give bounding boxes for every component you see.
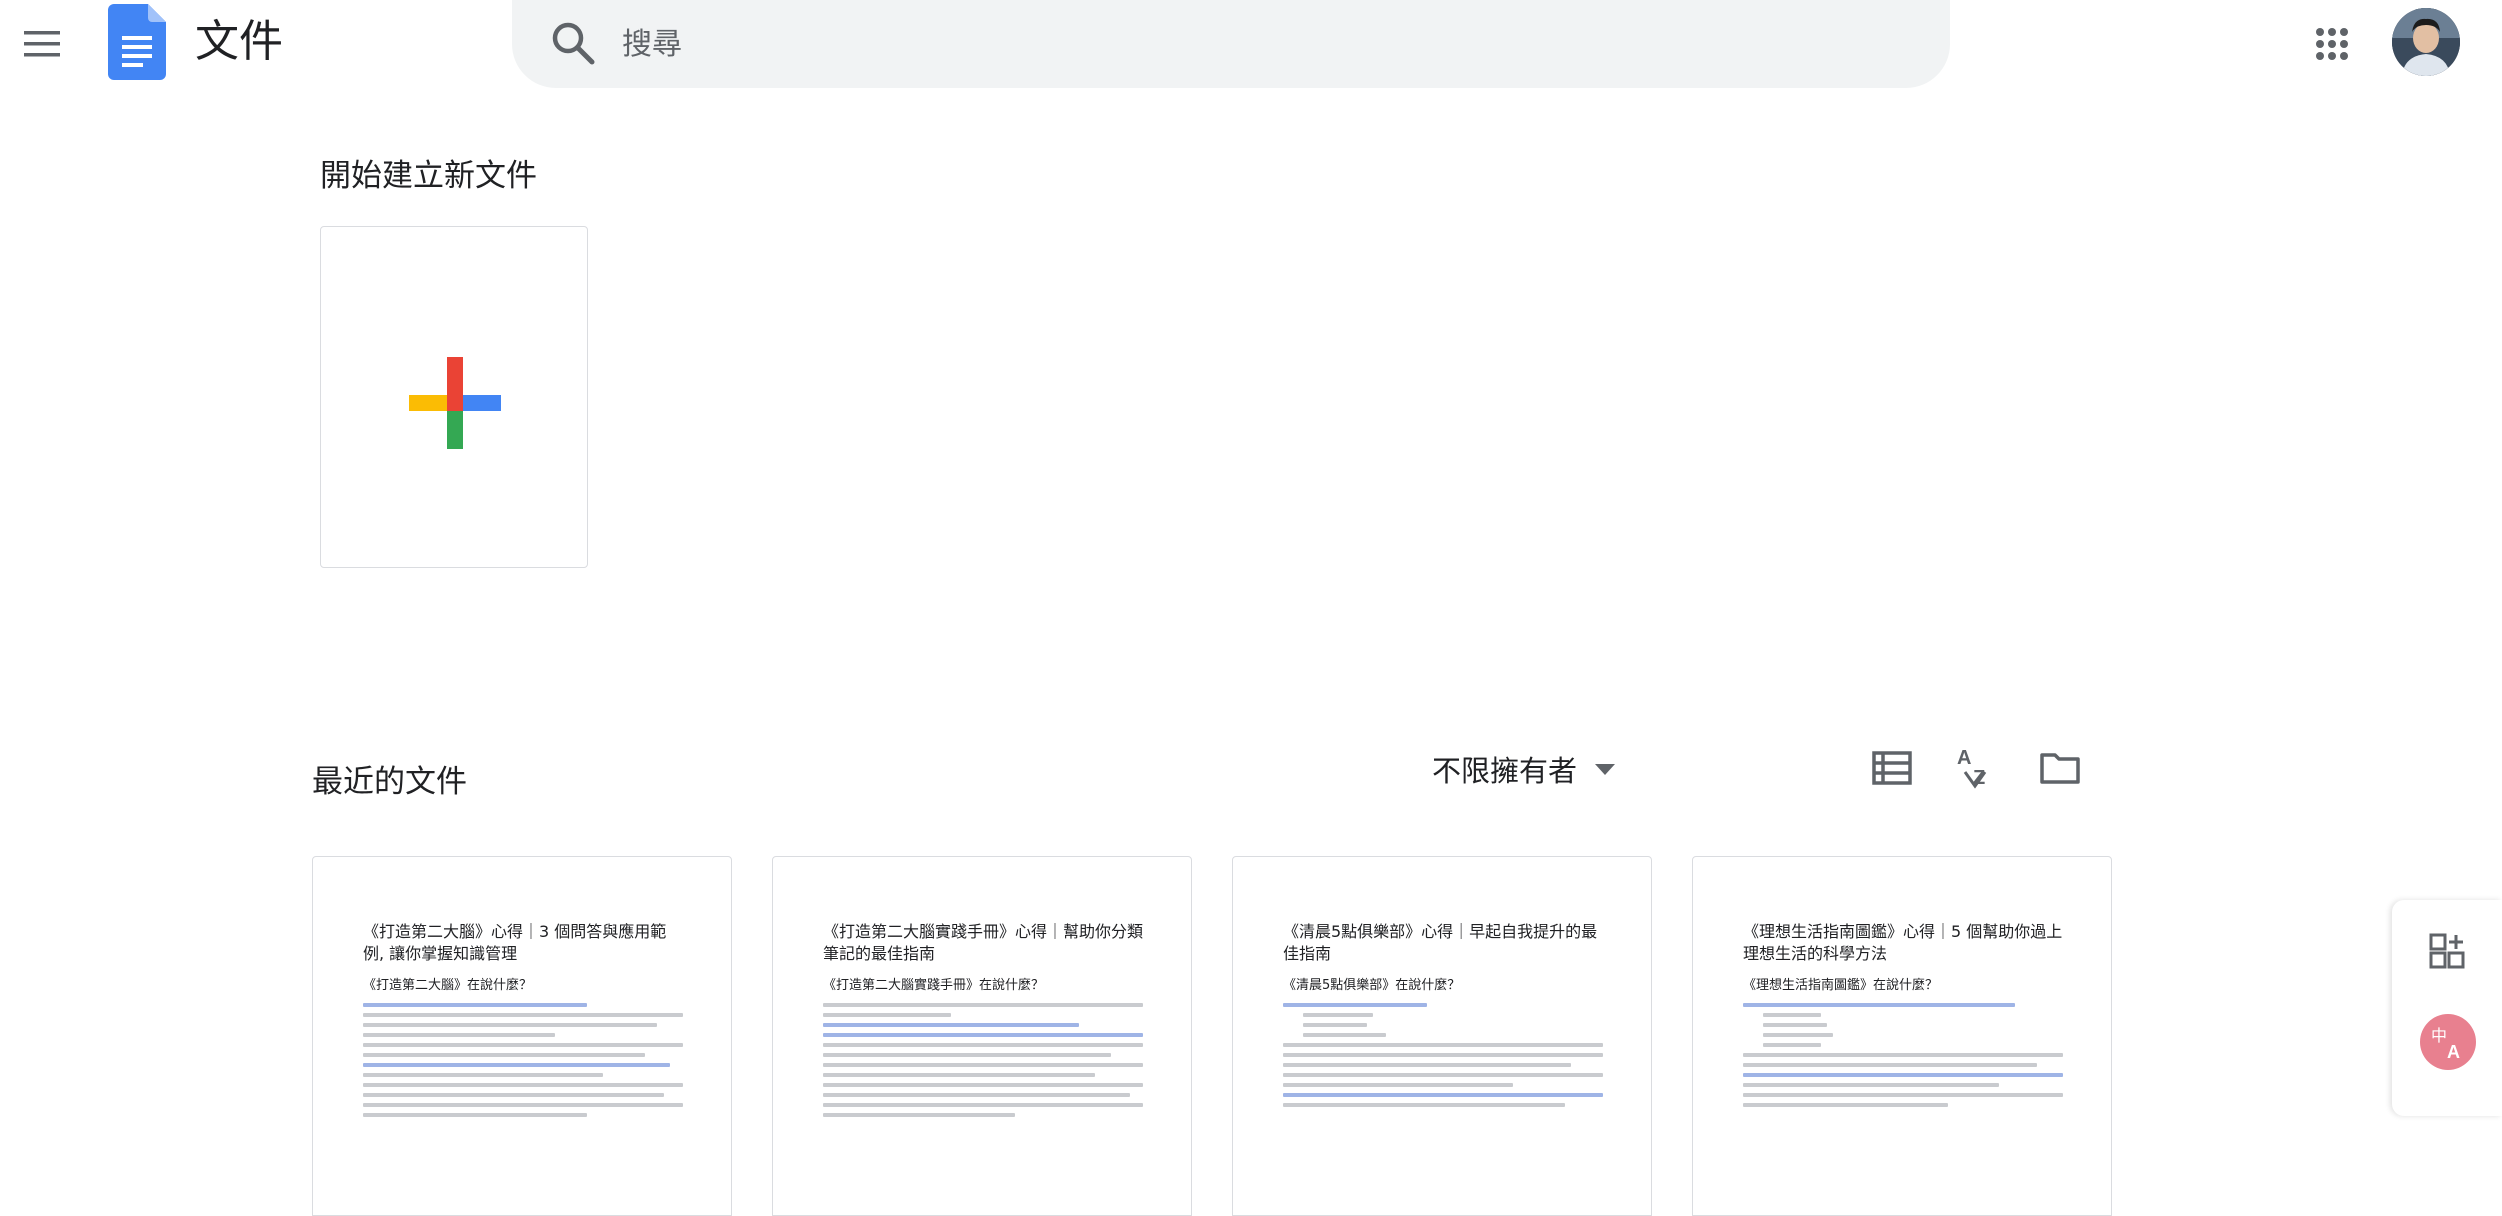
folder-icon	[2040, 753, 2080, 784]
document-body-preview	[1743, 1003, 2063, 1107]
caret-down-icon	[1595, 763, 1616, 775]
blank-document-card[interactable]	[320, 226, 588, 568]
translate-button[interactable]: 中 A	[2420, 1014, 2476, 1070]
document-card[interactable]: 《打造第二大腦實踐手冊》心得｜幫助你分類筆記的最佳指南 《打造第二大腦實踐手冊》…	[772, 856, 1192, 1216]
document-thumbnail: 《理想生活指南圖鑑》心得｜5 個幫助你過上理想生活的科學方法 《理想生活指南圖鑑…	[1743, 921, 2063, 1113]
google-apps-button[interactable]	[2306, 18, 2358, 70]
svg-text:A: A	[1957, 747, 1971, 769]
document-thumbnail: 《清晨5點俱樂部》心得｜早起自我提升的最佳指南 《清晨5點俱樂部》在說什麼？	[1283, 921, 1603, 1113]
document-body-preview	[823, 1003, 1143, 1117]
document-title: 《清晨5點俱樂部》心得｜早起自我提升的最佳指南	[1283, 922, 1598, 963]
document-title: 《打造第二大腦實踐手冊》心得｜幫助你分類筆記的最佳指南	[823, 922, 1144, 963]
sort-az-icon: A Z	[1957, 747, 1987, 789]
main-menu-button[interactable]	[16, 18, 68, 70]
search-input[interactable]	[622, 20, 1822, 68]
add-widget-icon	[2429, 933, 2465, 969]
add-widget-button[interactable]	[2420, 924, 2476, 980]
apps-grid-icon	[2316, 28, 2348, 60]
svg-text:A: A	[2447, 1042, 2460, 1062]
plus-icon	[409, 357, 501, 449]
translate-icon: 中 A	[2431, 1026, 2460, 1062]
document-heading: 《打造第二大腦實踐手冊》在說什麼？	[823, 978, 1045, 993]
avatar[interactable]	[2392, 8, 2460, 76]
document-title: 《理想生活指南圖鑑》心得｜5 個幫助你過上理想生活的科學方法	[1743, 922, 2063, 963]
list-view-button[interactable]	[1868, 744, 1916, 792]
sort-button[interactable]: A Z	[1952, 744, 2000, 792]
document-thumbnail: 《打造第二大腦實踐手冊》心得｜幫助你分類筆記的最佳指南 《打造第二大腦實踐手冊》…	[823, 921, 1143, 1123]
recent-documents-heading: 最近的文件	[312, 764, 467, 800]
document-card[interactable]: 《理想生活指南圖鑑》心得｜5 個幫助你過上理想生活的科學方法 《理想生活指南圖鑑…	[1692, 856, 2112, 1216]
list-view-icon	[1872, 751, 1912, 785]
document-heading: 《理想生活指南圖鑑》在說什麼？	[1743, 978, 1939, 993]
document-heading: 《打造第二大腦》在說什麼？	[363, 978, 533, 993]
search-bar[interactable]	[512, 0, 1950, 88]
open-file-picker-button[interactable]	[2036, 744, 2084, 792]
document-body-preview	[363, 1003, 683, 1117]
top-bar: 文件	[0, 0, 2502, 88]
document-card[interactable]: 《清晨5點俱樂部》心得｜早起自我提升的最佳指南 《清晨5點俱樂部》在說什麼？	[1232, 856, 1652, 1216]
document-thumbnail: 《打造第二大腦》心得｜3 個問答與應用範例, 讓你掌握知識管理 《打造第二大腦》…	[363, 921, 683, 1123]
google-docs-logo[interactable]	[108, 4, 166, 80]
avatar-image	[2392, 8, 2460, 76]
owner-filter-dropdown[interactable]: 不限擁有者	[1432, 748, 1616, 790]
search-icon[interactable]	[550, 20, 596, 66]
document-body-preview	[1283, 1003, 1603, 1107]
hamburger-menu-icon	[24, 31, 60, 57]
owner-filter-label: 不限擁有者	[1432, 754, 1578, 788]
document-card[interactable]: 《打造第二大腦》心得｜3 個問答與應用範例, 讓你掌握知識管理 《打造第二大腦》…	[312, 856, 732, 1216]
svg-text:中: 中	[2431, 1026, 2447, 1045]
new-document-heading: 開始建立新文件	[320, 158, 537, 194]
app-title[interactable]: 文件	[195, 14, 283, 70]
document-heading: 《清晨5點俱樂部》在說什麼？	[1283, 978, 1461, 993]
document-title: 《打造第二大腦》心得｜3 個問答與應用範例, 讓你掌握知識管理	[363, 922, 667, 963]
